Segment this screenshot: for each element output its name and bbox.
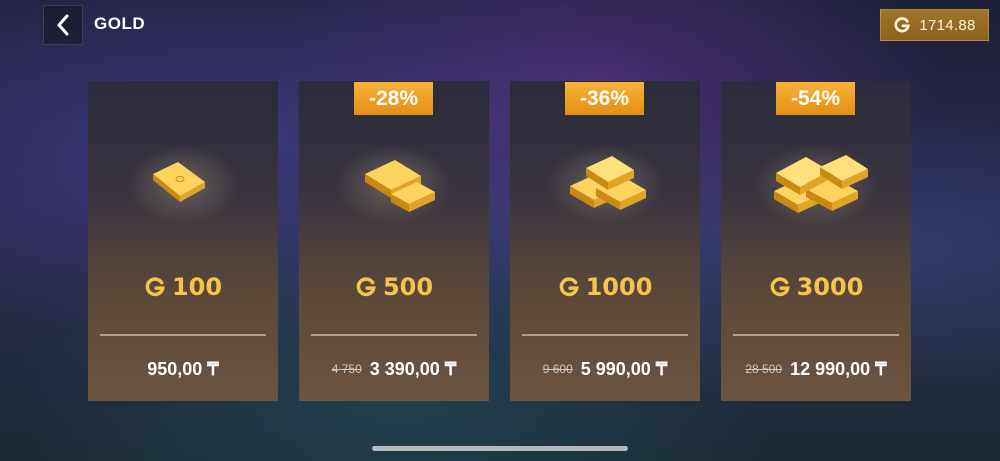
gold-bars-image <box>510 121 700 241</box>
back-button[interactable] <box>43 5 83 45</box>
gold-g-icon <box>559 277 579 297</box>
price: 12 990,00 ₸ <box>790 358 887 379</box>
gold-g-icon <box>145 277 165 297</box>
divider <box>100 334 266 336</box>
divider <box>522 334 688 336</box>
gold-offer-card-100[interactable]: 100 950,00 ₸ <box>88 81 278 401</box>
price-row: 9 600 5 990,00 ₸ <box>510 355 700 383</box>
gold-balance[interactable]: 1714.88 <box>880 9 989 41</box>
gold-amount-value: 500 <box>382 273 434 301</box>
discount-badge: -36% <box>565 82 644 115</box>
old-price: 28 500 <box>745 362 783 376</box>
price-row: 950,00 ₸ <box>88 355 278 383</box>
gold-amount: 1000 <box>510 271 700 303</box>
gold-bars-image <box>721 121 911 241</box>
gold-amount: 500 <box>299 271 489 303</box>
gold-bars-image <box>299 121 489 241</box>
discount-badge: -28% <box>354 82 433 115</box>
gold-g-icon <box>894 17 911 33</box>
price: 950,00 ₸ <box>147 358 219 379</box>
divider <box>733 334 899 336</box>
gold-amount: 100 <box>88 271 278 303</box>
gold-g-icon <box>356 277 376 297</box>
home-indicator[interactable] <box>372 446 628 451</box>
old-price: 4 750 <box>331 362 362 376</box>
gold-offer-card-500[interactable]: -28% 500 4 750 3 390,00 ₸ <box>299 81 489 401</box>
price-row: 28 500 12 990,00 ₸ <box>721 355 911 383</box>
price: 3 390,00 ₸ <box>369 358 457 379</box>
gold-amount-value: 3000 <box>796 273 864 301</box>
gold-offer-card-1000[interactable]: -36% 1000 9 600 5 990,00 ₸ <box>510 81 700 401</box>
gold-g-icon <box>770 277 790 297</box>
price: 5 990,00 ₸ <box>580 358 668 379</box>
discount-badge: -54% <box>776 82 855 115</box>
gold-amount-value: 1000 <box>585 273 653 301</box>
gold-bar-image <box>88 121 278 241</box>
gold-offer-card-3000[interactable]: -54% 3000 28 500 12 990,00 ₸ <box>721 81 911 401</box>
gold-amount: 3000 <box>721 271 911 303</box>
chevron-left-icon <box>57 14 69 36</box>
price-row: 4 750 3 390,00 ₸ <box>299 355 489 383</box>
balance-amount: 1714.88 <box>919 16 976 34</box>
page-title: GOLD <box>94 14 146 33</box>
divider <box>311 334 477 336</box>
old-price: 9 600 <box>542 362 573 376</box>
gold-amount-value: 100 <box>171 273 223 301</box>
